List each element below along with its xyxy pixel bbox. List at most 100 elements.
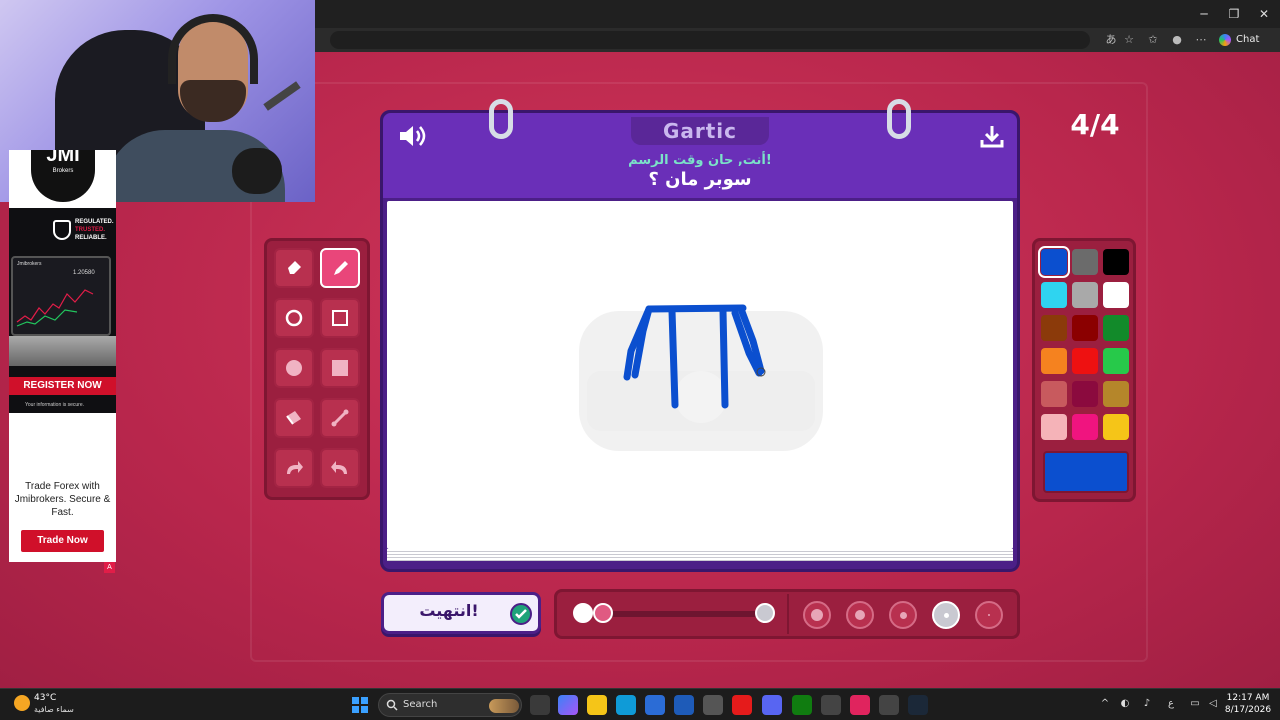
start-button[interactable]: [352, 697, 368, 713]
brush-settings-panel: [554, 589, 1020, 639]
fill-bucket-tool[interactable]: [274, 398, 314, 438]
ad-brand-sub: Brokers: [52, 168, 74, 174]
more-options-icon[interactable]: ⋯: [1192, 31, 1210, 49]
chat-button[interactable]: Chat: [1214, 30, 1266, 50]
tray-overflow-icon[interactable]: ^: [1098, 697, 1112, 711]
color-swatch[interactable]: [1041, 282, 1067, 308]
copilot-app-icon[interactable]: [558, 695, 578, 715]
tool-panel: [264, 238, 370, 500]
color-swatch[interactable]: [1103, 282, 1129, 308]
obs-icon[interactable]: [879, 695, 899, 715]
ad-laptop-image: Jmibrokers 1.20580: [11, 256, 111, 336]
microphone-tray-icon[interactable]: ♪: [1140, 697, 1154, 711]
color-swatch[interactable]: [1072, 414, 1098, 440]
color-swatch[interactable]: [1072, 315, 1098, 341]
opacity-slider-knob[interactable]: [593, 603, 613, 623]
color-swatch[interactable]: [1041, 348, 1067, 374]
sound-icon[interactable]: [397, 123, 427, 149]
ad-body-text: Trade Forex with Jmibrokers. Secure & Fa…: [14, 481, 111, 518]
color-swatch[interactable]: [1103, 249, 1129, 275]
color-swatch[interactable]: [1103, 315, 1129, 341]
volume-icon[interactable]: ◁: [1206, 697, 1220, 711]
outlook-icon[interactable]: [674, 695, 694, 715]
search-highlight-image: [489, 699, 519, 713]
pencil-tool[interactable]: [320, 248, 360, 288]
color-swatch[interactable]: [1072, 381, 1098, 407]
ad-register-banner[interactable]: REGISTER NOW: [9, 377, 116, 395]
xbox-icon[interactable]: [792, 695, 812, 715]
circle-filled-tool[interactable]: [274, 348, 314, 388]
circle-outline-tool[interactable]: [274, 298, 314, 338]
settings-app-icon[interactable]: [821, 695, 841, 715]
discord-icon[interactable]: [762, 695, 782, 715]
favorites-bar-icon[interactable]: ✩: [1144, 31, 1162, 49]
tiktok-icon[interactable]: [850, 695, 870, 715]
check-icon: [510, 603, 532, 625]
color-swatch[interactable]: [1041, 414, 1067, 440]
store-icon[interactable]: [645, 695, 665, 715]
task-view-icon[interactable]: [530, 695, 550, 715]
app-icon[interactable]: [703, 695, 723, 715]
tagline-reliable: RELIABLE.: [75, 235, 107, 241]
ad-choices-icon[interactable]: A: [104, 562, 115, 573]
brush-size-option[interactable]: [975, 601, 1003, 629]
binder-ring-right: [887, 99, 911, 139]
maximize-icon[interactable]: ❐: [1220, 4, 1248, 24]
ad-trade-now-button[interactable]: Trade Now: [21, 530, 104, 552]
color-swatch[interactable]: [1038, 246, 1070, 278]
ad-price-chart: [16, 289, 94, 327]
edge-icon[interactable]: [616, 695, 636, 715]
done-button[interactable]: انتهيت!: [381, 592, 541, 634]
tray-app-icon[interactable]: ◐: [1118, 697, 1132, 711]
square-filled-icon: [332, 360, 348, 376]
clock-time[interactable]: 12:17 AM: [1222, 693, 1274, 703]
color-swatch[interactable]: [1072, 282, 1098, 308]
minimize-icon[interactable]: ─: [1190, 4, 1218, 24]
advertisement[interactable]: JMI Brokers REGULATED. TRUSTED. RELIABLE…: [9, 150, 116, 562]
line-icon: [331, 409, 349, 427]
opacity-slider-track[interactable]: [593, 611, 765, 617]
file-explorer-icon[interactable]: [587, 695, 607, 715]
brush-size-option[interactable]: [803, 601, 831, 629]
brush-size-indicator: [855, 610, 865, 620]
network-icon[interactable]: ▭: [1188, 697, 1202, 711]
line-tool[interactable]: [320, 398, 360, 438]
weather-temperature: 43°C: [34, 693, 57, 703]
brush-size-indicator: [943, 612, 949, 618]
tagline-regulated: REGULATED.: [75, 219, 114, 225]
download-icon[interactable]: [979, 123, 1005, 149]
brush-size-option[interactable]: [889, 601, 917, 629]
ad-logo-shield: JMI Brokers: [31, 150, 95, 202]
youtube-icon[interactable]: [732, 695, 752, 715]
brush-size-option[interactable]: [932, 601, 960, 629]
clock-date[interactable]: 8/17/2026: [1222, 705, 1274, 715]
ad-brand: JMI: [46, 150, 80, 166]
eraser-icon: [288, 261, 301, 274]
color-swatch[interactable]: [1103, 381, 1129, 407]
undo-tool[interactable]: [274, 448, 314, 488]
ad-platform-name: Jmibrokers: [17, 261, 42, 267]
translate-icon[interactable]: あ: [1102, 31, 1120, 49]
close-icon[interactable]: ✕: [1250, 4, 1278, 24]
drawing-canvas[interactable]: [387, 201, 1013, 549]
binder-ring-left: [489, 99, 513, 139]
color-swatch[interactable]: [1072, 348, 1098, 374]
eraser-tool[interactable]: [274, 248, 314, 288]
color-swatch[interactable]: [1072, 249, 1098, 275]
weather-icon[interactable]: [14, 695, 30, 711]
color-swatch[interactable]: [1103, 348, 1129, 374]
square-filled-tool[interactable]: [320, 348, 360, 388]
address-bar[interactable]: [330, 31, 1090, 49]
color-swatch[interactable]: [1103, 414, 1129, 440]
color-swatch[interactable]: [1041, 315, 1067, 341]
color-swatch[interactable]: [1041, 381, 1067, 407]
brush-size-option[interactable]: [846, 601, 874, 629]
steam-icon[interactable]: [908, 695, 928, 715]
language-indicator[interactable]: ع: [1164, 697, 1178, 711]
taskbar-search[interactable]: Search: [378, 693, 522, 717]
redo-tool[interactable]: [320, 448, 360, 488]
profile-icon[interactable]: ●: [1168, 31, 1186, 49]
square-outline-tool[interactable]: [320, 298, 360, 338]
bucket-icon: [286, 411, 301, 425]
favorite-icon[interactable]: ☆: [1120, 31, 1138, 49]
